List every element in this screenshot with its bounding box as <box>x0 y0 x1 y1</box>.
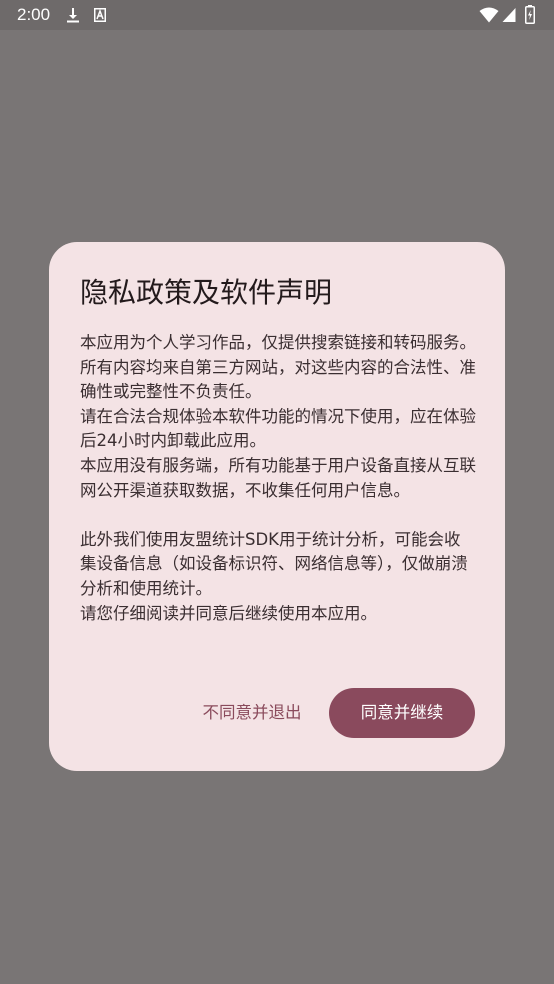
status-time: 2:00 <box>17 5 51 24</box>
privacy-dialog: 隐私政策及软件声明 本应用为个人学习作品，仅提供搜索链接和转码服务。 所有内容均… <box>49 242 505 771</box>
paragraph-read-agree: 请您仔细阅读并同意后继续使用本应用。 <box>80 603 377 623</box>
paragraph-learning-project: 本应用为个人学习作品，仅提供搜索链接和转码服务。 <box>80 333 476 352</box>
dialog-body: 本应用为个人学习作品，仅提供搜索链接和转码服务。 所有内容均来自第三方网站，对这… <box>80 331 476 626</box>
paragraph-uninstall-notice: 请在合法合规体验本软件功能的情况下使用，应在体验后24小时内卸载此应用。 <box>80 406 476 451</box>
status-bar: 2:00 <box>0 0 554 30</box>
paragraph-no-server: 本应用没有服务端，所有功能基于用户设备直接从互联网公开渠道获取数据，不收集任何用… <box>80 455 476 500</box>
wifi-icon <box>479 7 499 23</box>
screen: 2:00 隐私政策及软件声明 本应用为个人学习作品，仅提供搜索链接和转码服务。 … <box>0 0 554 984</box>
download-icon <box>67 8 79 23</box>
battery-icon <box>525 5 535 24</box>
disagree-exit-button[interactable]: 不同意并退出 <box>189 688 315 738</box>
dialog-title: 隐私政策及软件声明 <box>80 276 333 309</box>
font-icon <box>94 8 106 22</box>
paragraph-umeng-sdk: 此外我们使用友盟统计SDK用于统计分析，可能会收集设备信息（如设备标识符、网络信… <box>80 529 468 598</box>
paragraph-third-party-content: 所有内容均来自第三方网站，对这些内容的合法性、准确性或完整性不负责任。 <box>80 357 476 402</box>
signal-icon <box>502 8 516 22</box>
agree-continue-button[interactable]: 同意并继续 <box>329 688 475 738</box>
